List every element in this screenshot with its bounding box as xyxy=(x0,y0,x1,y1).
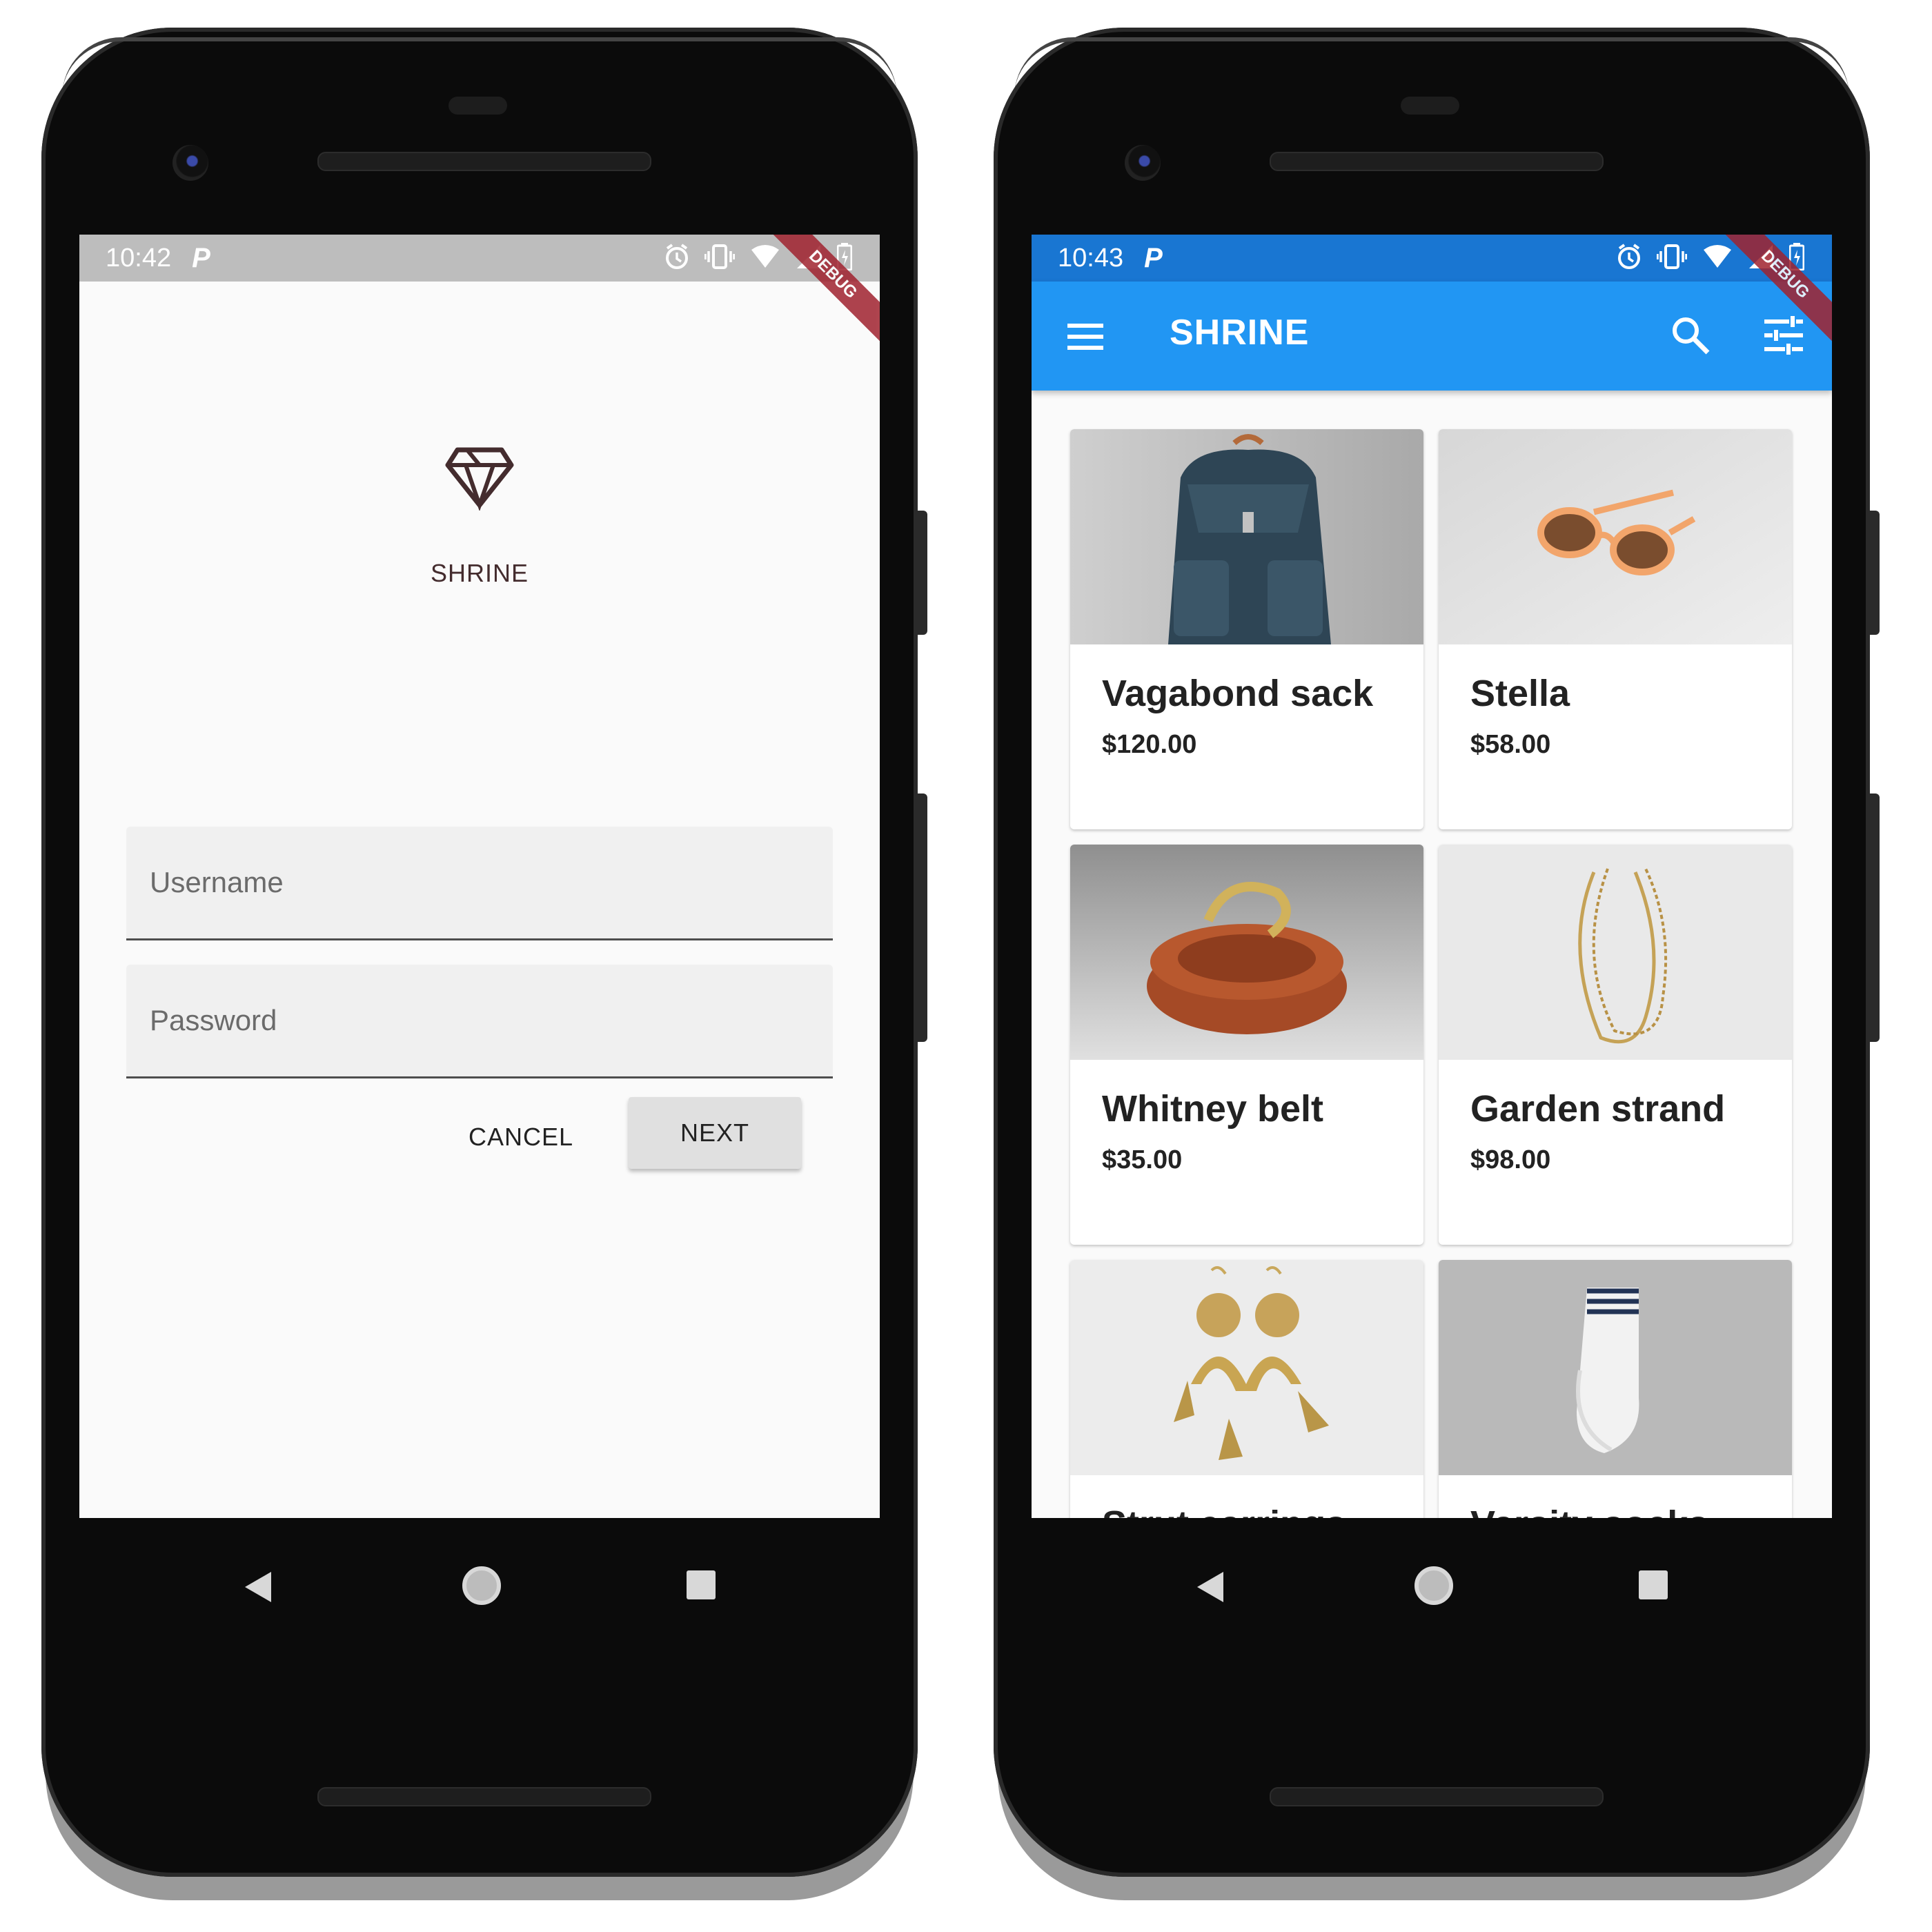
next-button[interactable]: NEXT xyxy=(629,1097,801,1169)
diamond-logo-icon xyxy=(445,447,514,511)
status-time: 10:42 xyxy=(106,243,172,273)
phone-sensor xyxy=(1401,97,1459,115)
product-name: Garden strand xyxy=(1470,1088,1726,1130)
home-icon[interactable] xyxy=(462,1566,501,1605)
app-title: SHRINE xyxy=(1170,313,1310,353)
product-price: $35.00 xyxy=(1102,1145,1183,1174)
username-input[interactable] xyxy=(126,827,833,938)
product-card[interactable]: Whitney belt $35.00 xyxy=(1070,845,1423,1245)
bottom-speaker xyxy=(1270,1787,1604,1806)
shop-phone-frame: 10:43 P SHRINE DEBUG Vagabond sack $120.… xyxy=(994,28,1880,1877)
product-price: $58.00 xyxy=(1470,730,1551,759)
necklace-image xyxy=(1439,845,1792,1060)
wifi-icon xyxy=(1704,245,1731,268)
password-field[interactable] xyxy=(126,965,833,1078)
product-card[interactable]: Strut earrings xyxy=(1070,1260,1423,1518)
menu-icon[interactable] xyxy=(1066,322,1105,352)
product-card[interactable]: Varsity socks xyxy=(1439,1260,1792,1518)
app-bar: SHRINE xyxy=(1032,282,1832,391)
notification-icon: P xyxy=(1144,242,1163,273)
brand-title: SHRINE xyxy=(430,559,529,587)
login-phone-frame: 10:42 P DEBUG SHRINE CANCEL NEXT xyxy=(41,28,927,1877)
login-screen: 10:42 P DEBUG SHRINE CANCEL NEXT xyxy=(79,235,880,1518)
back-icon[interactable] xyxy=(245,1572,271,1602)
product-name: Whitney belt xyxy=(1102,1088,1323,1130)
earpiece-speaker xyxy=(317,152,651,171)
earpiece-speaker xyxy=(1270,152,1604,171)
phone-bezel-highlight xyxy=(1014,37,1849,97)
backpack-image xyxy=(1070,429,1423,644)
belt-image xyxy=(1070,845,1423,1060)
sunglasses-image xyxy=(1439,429,1792,644)
navigation-bar xyxy=(1032,1518,1832,1656)
camera-icon xyxy=(1125,145,1161,181)
recents-icon[interactable] xyxy=(687,1570,716,1599)
product-card[interactable]: Vagabond sack $120.00 xyxy=(1070,429,1423,829)
status-bar: 10:43 P xyxy=(1032,235,1832,282)
product-name: Varsity socks xyxy=(1470,1503,1708,1518)
volume-button xyxy=(1870,793,1880,1042)
phone-sensor xyxy=(448,97,507,115)
product-card[interactable]: Garden strand $98.00 xyxy=(1439,845,1792,1245)
power-button xyxy=(918,511,927,635)
product-name: Strut earrings xyxy=(1102,1503,1346,1518)
search-icon[interactable] xyxy=(1670,315,1711,356)
volume-button xyxy=(918,793,927,1042)
camera-icon xyxy=(172,145,208,181)
vibrate-icon xyxy=(1657,244,1687,269)
bottom-speaker xyxy=(317,1787,651,1806)
product-name: Stella xyxy=(1470,673,1570,714)
wifi-icon xyxy=(751,245,779,268)
alarm-icon xyxy=(1618,244,1640,269)
password-input[interactable] xyxy=(126,965,833,1076)
tune-icon[interactable] xyxy=(1763,316,1804,355)
product-card[interactable]: Stella $58.00 xyxy=(1439,429,1792,829)
cancel-button[interactable]: CANCEL xyxy=(452,1103,590,1172)
product-price: $120.00 xyxy=(1102,730,1197,759)
phone-bezel-highlight xyxy=(62,37,897,97)
alarm-icon xyxy=(666,244,688,269)
back-icon[interactable] xyxy=(1197,1572,1223,1602)
socks-image xyxy=(1439,1260,1792,1475)
recents-icon[interactable] xyxy=(1639,1570,1668,1599)
username-field[interactable] xyxy=(126,827,833,940)
notification-icon: P xyxy=(192,242,210,273)
product-name: Vagabond sack xyxy=(1102,673,1374,714)
status-time: 10:43 xyxy=(1058,243,1124,273)
navigation-bar xyxy=(79,1518,880,1656)
product-price: $98.00 xyxy=(1470,1145,1551,1174)
home-icon[interactable] xyxy=(1414,1566,1453,1605)
earrings-image xyxy=(1070,1260,1423,1475)
power-button xyxy=(1870,511,1880,635)
shop-screen: 10:43 P SHRINE DEBUG Vagabond sack $120.… xyxy=(1032,235,1832,1518)
vibrate-icon xyxy=(704,244,735,269)
status-bar: 10:42 P xyxy=(79,235,880,282)
